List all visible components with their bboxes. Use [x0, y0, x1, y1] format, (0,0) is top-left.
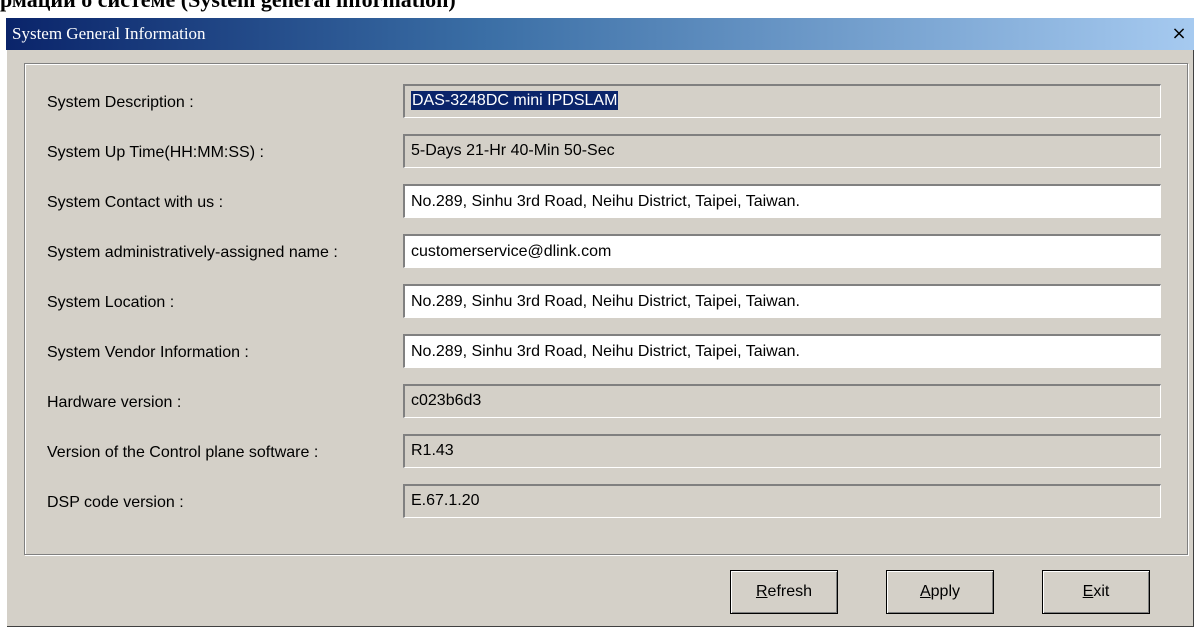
system-location-input[interactable] [403, 284, 1161, 318]
dsp-code-version-field: E.67.1.20 [403, 484, 1161, 518]
apply-label-rest: pply [930, 583, 961, 600]
system-location-label: System Location : [47, 294, 175, 311]
system-description-label: System Description : [47, 94, 194, 111]
exit-label-rest: xit [1093, 583, 1110, 600]
row-control-plane-version: Version of the Control plane software : … [25, 434, 1187, 472]
system-vendor-input[interactable] [403, 334, 1161, 368]
row-dsp-code-version: DSP code version : E.67.1.20 [25, 484, 1187, 522]
close-icon[interactable]: × [1168, 23, 1190, 45]
row-system-location: System Location : [25, 284, 1187, 322]
system-vendor-label: System Vendor Information : [47, 344, 249, 361]
row-system-vendor: System Vendor Information : [25, 334, 1187, 372]
system-contact-input[interactable] [403, 184, 1161, 218]
control-plane-version-field: R1.43 [403, 434, 1161, 468]
system-name-input[interactable] [403, 234, 1161, 268]
refresh-accel: R [755, 583, 768, 600]
page-heading: рмации о системе (System general informa… [0, 0, 456, 12]
refresh-button[interactable]: Refresh [730, 570, 838, 614]
system-uptime-field: 5-Days 21-Hr 40-Min 50-Sec [403, 134, 1161, 168]
refresh-label-rest: efresh [767, 583, 813, 600]
system-description-field[interactable]: DAS-3248DC mini IPDSLAM [403, 84, 1161, 118]
system-name-label: System administratively-assigned name : [47, 244, 338, 261]
apply-accel: A [919, 583, 931, 600]
row-system-uptime: System Up Time(HH:MM:SS) : 5-Days 21-Hr … [25, 134, 1187, 172]
row-system-contact: System Contact with us : [25, 184, 1187, 222]
system-description-value: DAS-3248DC mini IPDSLAM [411, 91, 619, 110]
title-bar[interactable]: System General Information × [6, 18, 1194, 50]
exit-accel: E [1082, 583, 1094, 600]
hardware-version-field: c023b6d3 [403, 384, 1161, 418]
apply-button[interactable]: Apply [886, 570, 994, 614]
dsp-code-version-label: DSP code version : [47, 494, 184, 511]
row-hardware-version: Hardware version : c023b6d3 [25, 384, 1187, 422]
info-group-box: System Description : DAS-3248DC mini IPD… [24, 63, 1188, 555]
system-contact-label: System Contact with us : [47, 194, 224, 211]
exit-button[interactable]: Exit [1042, 570, 1150, 614]
system-uptime-label: System Up Time(HH:MM:SS) : [47, 144, 264, 161]
window-title: System General Information [12, 24, 206, 43]
hardware-version-label: Hardware version : [47, 394, 182, 411]
control-plane-version-label: Version of the Control plane software : [47, 444, 319, 461]
row-system-name: System administratively-assigned name : [25, 234, 1187, 272]
system-info-dialog: System General Information × System Desc… [6, 18, 1194, 627]
row-system-description: System Description : DAS-3248DC mini IPD… [25, 84, 1187, 122]
